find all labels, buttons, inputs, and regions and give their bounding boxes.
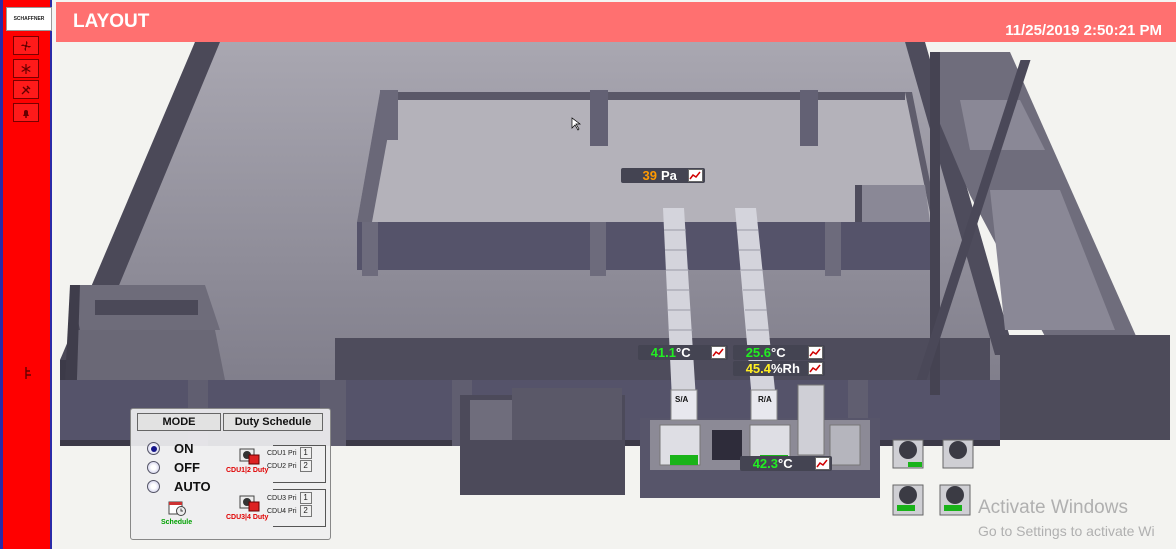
cdu3-priority-label: CDU3 Pri <box>267 494 297 502</box>
activate-windows-subtitle: Go to Settings to activate Wi <box>978 523 1155 539</box>
return-temp-value: 25.6 <box>745 345 771 360</box>
schedule-label: Schedule <box>161 519 193 526</box>
fan-icon <box>21 40 31 51</box>
header-bar: LAYOUT 11/25/2019 2:50:21 PM <box>56 2 1176 42</box>
return-temp-unit: °C <box>771 345 786 360</box>
snowflake-icon <box>21 63 31 74</box>
alarm-button[interactable] <box>13 103 39 122</box>
cdu4-priority-value[interactable]: 2 <box>299 505 312 517</box>
cdu2-priority-row: CDU2 Pri 2 <box>267 460 312 472</box>
cdu1-priority-label: CDU1 Pri <box>267 449 297 457</box>
supply-air-label: S/A <box>675 395 689 404</box>
plant-temp-unit: °C <box>778 456 793 471</box>
trend-chart-icon <box>712 348 724 357</box>
mode-on-label: ON <box>174 441 194 456</box>
tools-icon <box>21 85 31 94</box>
trend-chart-icon <box>809 348 821 357</box>
pressure-readout: 39 Pa <box>621 168 705 183</box>
datetime-display: 11/25/2019 2:50:21 PM <box>1005 22 1162 39</box>
cdu4-priority-row: CDU4 Pri 2 <box>267 505 312 517</box>
trend-chart-icon <box>689 171 701 180</box>
mode-auto-label: AUTO <box>174 479 211 494</box>
supply-temp-value: 41.1 <box>650 345 676 360</box>
cdu3-priority-value[interactable]: 1 <box>299 492 312 504</box>
trend-chart-icon <box>809 364 821 373</box>
radio-auto[interactable] <box>147 480 160 493</box>
tag-icon <box>23 366 33 385</box>
cdu4-priority-label: CDU4 Pri <box>267 507 297 515</box>
alarm-icon <box>23 109 29 118</box>
company-logo: SCHAFFNER <box>6 7 52 31</box>
supply-temp-trend-button[interactable] <box>711 346 726 359</box>
plant-temp-readout: 42.3 °C <box>740 456 832 471</box>
mode-off-label: OFF <box>174 460 200 475</box>
activate-windows-title: Activate Windows <box>978 497 1128 518</box>
cdu-pair-2-duty-label: CDU3|4 Duty <box>226 514 269 521</box>
supply-temp-unit: °C <box>676 345 691 360</box>
return-air-label: R/A <box>758 395 772 404</box>
cdu1-priority-row: CDU1 Pri 1 <box>267 447 312 459</box>
cdu2-priority-value[interactable]: 2 <box>299 460 312 472</box>
mode-option-auto[interactable]: AUTO <box>147 479 211 494</box>
return-humidity-value: 45.4 <box>745 361 771 376</box>
mode-option-on[interactable]: ON <box>147 441 194 456</box>
return-humidity-unit: %Rh <box>771 361 800 376</box>
plant-temp-value: 42.3 <box>752 456 778 471</box>
return-temp-readout: 25.6 °C <box>733 345 825 360</box>
return-humidity-readout: 45.4 %Rh <box>733 361 825 376</box>
maintenance-button[interactable] <box>13 80 39 99</box>
cdu1-priority-value[interactable]: 1 <box>299 447 312 459</box>
mode-option-off[interactable]: OFF <box>147 460 200 475</box>
sidebar: SCHAFFNER <box>0 0 52 549</box>
return-temp-trend-button[interactable] <box>808 346 823 359</box>
mode-header-button[interactable]: MODE <box>137 413 221 431</box>
plant-temp-trend-button[interactable] <box>815 457 830 470</box>
pressure-trend-button[interactable] <box>688 169 703 182</box>
cooling-button[interactable] <box>13 59 39 78</box>
cdu-pair-1-duty-label: CDU1|2 Duty <box>226 467 269 474</box>
pressure-value: 39 <box>642 168 657 183</box>
trend-chart-icon <box>816 459 828 468</box>
duty-schedule-button[interactable]: Duty Schedule <box>223 413 323 431</box>
page-title: LAYOUT <box>73 11 150 32</box>
cdu3-priority-row: CDU3 Pri 1 <box>267 492 312 504</box>
pressure-unit: Pa <box>661 168 677 183</box>
radio-on[interactable] <box>147 442 160 455</box>
mode-control-panel: MODE Duty Schedule ON OFF AUTO CDU1|2 Du… <box>130 408 331 540</box>
radio-off[interactable] <box>147 461 160 474</box>
return-humidity-trend-button[interactable] <box>808 362 823 375</box>
fan-button[interactable] <box>13 36 39 55</box>
supply-temp-readout: 41.1 °C <box>638 345 728 360</box>
cdu2-priority-label: CDU2 Pri <box>267 462 297 470</box>
